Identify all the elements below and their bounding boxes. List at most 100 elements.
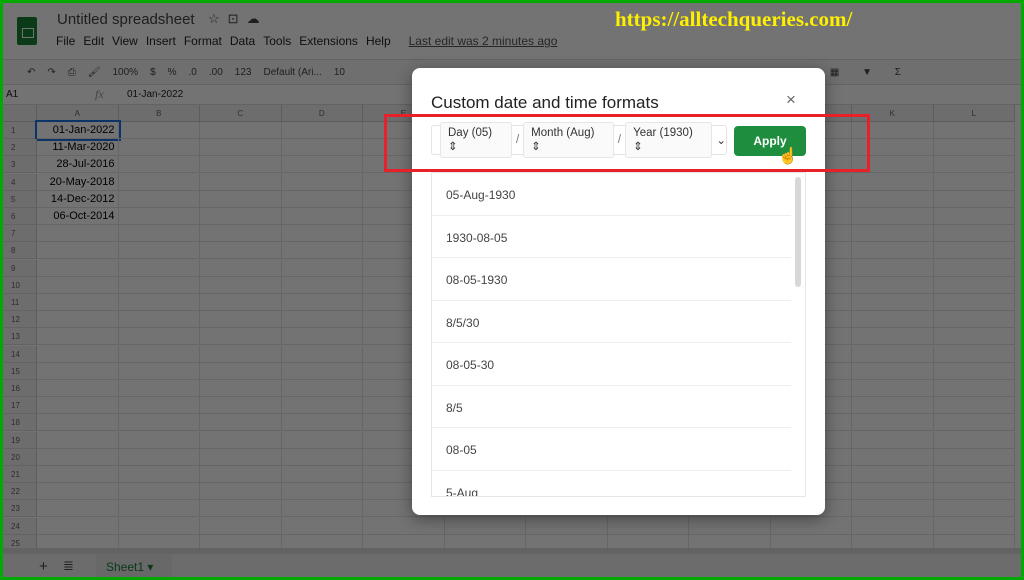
cell[interactable] <box>933 311 1015 329</box>
cell[interactable] <box>852 311 934 329</box>
cell[interactable] <box>933 225 1015 243</box>
column-header[interactable]: L <box>933 105 1015 122</box>
close-icon[interactable]: × <box>786 90 796 110</box>
font-select[interactable]: Default (Ari... <box>263 67 321 78</box>
cell[interactable] <box>933 208 1015 225</box>
cell[interactable] <box>852 345 934 363</box>
cell[interactable] <box>281 190 363 208</box>
format-option[interactable]: 8/5 <box>432 386 791 428</box>
cell[interactable] <box>118 276 200 294</box>
cell[interactable] <box>118 259 200 277</box>
cell[interactable] <box>200 208 282 225</box>
percent-button[interactable]: % <box>168 67 177 78</box>
cell[interactable] <box>118 483 200 501</box>
star-icon[interactable]: ☆ <box>208 11 228 26</box>
cell[interactable] <box>37 225 119 243</box>
row-header[interactable]: 19 <box>3 431 37 449</box>
cell[interactable] <box>37 242 119 260</box>
cell[interactable] <box>933 173 1015 191</box>
cell[interactable] <box>281 500 363 518</box>
cell[interactable] <box>118 380 200 397</box>
currency-button[interactable]: $ <box>150 67 156 78</box>
scrollbar[interactable] <box>795 177 801 287</box>
row-header[interactable]: 8 <box>3 242 37 260</box>
cell[interactable] <box>281 362 363 380</box>
cell[interactable] <box>933 190 1015 208</box>
column-header[interactable]: B <box>118 105 200 122</box>
format-option[interactable]: 05-Aug-1930 <box>432 173 791 216</box>
row-header[interactable]: 20 <box>3 448 37 466</box>
cell[interactable] <box>607 517 689 535</box>
cell[interactable] <box>200 431 282 449</box>
cell[interactable] <box>281 345 363 363</box>
row-header[interactable]: 21 <box>3 466 37 483</box>
sheets-logo-icon[interactable] <box>17 17 37 45</box>
cell[interactable] <box>933 242 1015 260</box>
decrease-decimal-button[interactable]: .0 <box>189 67 197 78</box>
document-title[interactable]: Untitled spreadsheet <box>57 11 195 28</box>
font-size-select[interactable]: 10 <box>334 67 345 78</box>
cell[interactable] <box>852 208 934 225</box>
cell[interactable] <box>933 259 1015 277</box>
cell[interactable] <box>200 122 282 139</box>
last-edit-link[interactable]: Last edit was 2 minutes ago <box>409 34 558 48</box>
cell[interactable] <box>37 345 119 363</box>
cell[interactable] <box>852 259 934 277</box>
cell[interactable] <box>852 362 934 380</box>
row-header[interactable]: 4 <box>3 173 37 191</box>
zoom-select[interactable]: 100% <box>112 67 138 78</box>
column-header[interactable]: D <box>281 105 363 122</box>
menu-edit[interactable]: Edit <box>83 34 104 48</box>
cell[interactable] <box>770 517 852 535</box>
cell[interactable]: 01-Jan-2022 <box>35 120 121 141</box>
cell[interactable] <box>200 225 282 243</box>
menu-view[interactable]: View <box>112 34 138 48</box>
cell[interactable] <box>852 225 934 243</box>
move-folder-icon[interactable]: ⊡ <box>228 11 247 26</box>
format-option[interactable]: 8/5/30 <box>432 301 791 343</box>
cell[interactable] <box>118 500 200 518</box>
cell[interactable] <box>852 414 934 432</box>
row-header[interactable]: 5 <box>3 190 37 208</box>
cell[interactable] <box>852 380 934 397</box>
cell[interactable] <box>281 242 363 260</box>
cell[interactable] <box>933 483 1015 501</box>
cell[interactable] <box>363 517 445 535</box>
row-header[interactable]: 22 <box>3 483 37 501</box>
cell[interactable] <box>281 431 363 449</box>
cell[interactable] <box>37 311 119 329</box>
cell[interactable] <box>852 397 934 415</box>
cell[interactable] <box>852 276 934 294</box>
toolbar-right-icons[interactable]: ▦ ▼ Σ <box>830 67 911 78</box>
menu-help[interactable]: Help <box>366 34 391 48</box>
cell[interactable] <box>200 190 282 208</box>
cell[interactable] <box>933 328 1015 346</box>
cell[interactable] <box>37 328 119 346</box>
cell[interactable] <box>281 294 363 311</box>
cell[interactable] <box>933 139 1015 157</box>
column-header[interactable]: A <box>37 105 119 122</box>
row-header[interactable]: 14 <box>3 345 37 363</box>
row-header[interactable]: 15 <box>3 362 37 380</box>
cell[interactable] <box>200 242 282 260</box>
cell[interactable] <box>118 397 200 415</box>
cell[interactable] <box>281 380 363 397</box>
cell[interactable]: 06-Oct-2014 <box>37 208 119 225</box>
cell[interactable] <box>933 276 1015 294</box>
cell[interactable] <box>852 431 934 449</box>
cell[interactable] <box>118 208 200 225</box>
row-header[interactable]: 7 <box>3 225 37 243</box>
format-option[interactable]: 08-05-30 <box>432 343 791 386</box>
cell[interactable]: 28-Jul-2016 <box>37 156 119 174</box>
cell[interactable] <box>281 397 363 415</box>
cell[interactable] <box>37 276 119 294</box>
cell[interactable] <box>200 276 282 294</box>
cell[interactable] <box>118 122 200 139</box>
format-option[interactable]: 08-05-1930 <box>432 258 791 301</box>
menu-tools[interactable]: Tools <box>263 34 291 48</box>
sheet-tab[interactable]: Sheet1 ▾ <box>96 554 172 577</box>
add-sheet-button[interactable]: + <box>39 558 48 575</box>
cell[interactable] <box>933 431 1015 449</box>
cell[interactable] <box>933 466 1015 483</box>
cell[interactable] <box>281 517 363 535</box>
